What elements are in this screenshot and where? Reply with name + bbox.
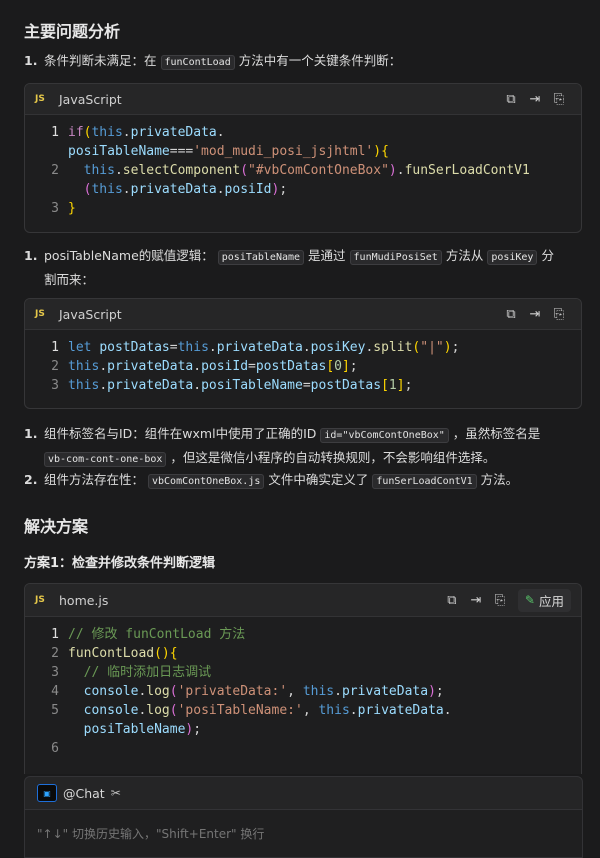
copy-icon[interactable]: ⧉ (499, 307, 523, 322)
code-filename: home.js (59, 592, 109, 608)
chat-input-panel: ▣ @Chat ✂ (24, 776, 583, 858)
list-item: 2. 组件方法存在性： vbComContOneBox.js 文件中确实定义了 f… (24, 472, 519, 489)
tools-icon[interactable]: ✂ (111, 786, 121, 800)
section-title-analysis: 主要问题分析 (24, 22, 121, 41)
inline-code: id="vbComContOneBox" (320, 428, 449, 443)
inline-code: posiTableName (217, 250, 305, 265)
chat-input-toolbar: ▣ @Chat ✂ (25, 777, 582, 810)
inline-code: vb-com-cont-one-box (44, 452, 167, 467)
apply-file-icon[interactable]: ⎘ (547, 92, 571, 107)
javascript-icon: JS (35, 309, 45, 319)
copy-icon[interactable]: ⧉ (499, 92, 523, 107)
copy-icon[interactable]: ⧉ (440, 593, 464, 608)
apply-icon: ✎ (524, 593, 535, 607)
insert-icon[interactable]: ⇥ (523, 307, 547, 322)
subsection-title: 方案1：检查并修改条件判断逻辑 (24, 556, 216, 571)
code-language: JavaScript (59, 91, 122, 107)
insert-icon[interactable]: ⇥ (523, 92, 547, 107)
code-content: 1// 修改 funContLoad 方法 2 funContLoad(){ 3 … (51, 627, 452, 756)
inline-code: funContLoad (160, 55, 235, 70)
code-block-header: JS JavaScript ⧉ ⇥ ⎘ (25, 299, 581, 330)
code-block: JS home.js ⧉ ⇥ ⎘ ✎ 应用 1// 修改 funContLoad … (24, 583, 582, 774)
code-content: 1 let postDatas=this.privateData.posiKey.… (51, 340, 460, 393)
apply-file-icon[interactable]: ⎘ (488, 593, 512, 608)
inline-code: vbComContOneBox.js (148, 474, 265, 489)
chat-input[interactable] (25, 810, 582, 857)
code-block: JS JavaScript ⧉ ⇥ ⎘ 1 let postDatas=this.… (24, 298, 582, 409)
inline-code: posiKey (487, 250, 538, 265)
list-item: 1. 组件标签名与ID：组件在wxml中使用了正确的ID id="vbComCon… (24, 426, 541, 467)
list-item: 1. posiTableName的赋值逻辑： posiTableName 是通过 … (24, 248, 554, 287)
apply-button[interactable]: ✎ 应用 (517, 588, 571, 612)
javascript-icon: JS (35, 94, 45, 104)
code-content: 1 if(this.privateData. posiTableName==='m… (51, 125, 530, 216)
code-block-header: JS home.js ⧉ ⇥ ⎘ ✎ 应用 (25, 584, 581, 617)
code-block: JS JavaScript ⧉ ⇥ ⎘ 1 if(this.privateData… (24, 83, 582, 233)
inline-code: funMudiPosiSet (349, 250, 442, 265)
code-language: JavaScript (59, 306, 122, 322)
section-title-solution: 解决方案 (24, 517, 89, 536)
list-item: 1. 条件判断未满足：在 funContLoad 方法中有一个关键条件判断： (24, 53, 402, 70)
chat-mention[interactable]: @Chat (63, 786, 105, 801)
insert-icon[interactable]: ⇥ (464, 593, 488, 608)
javascript-icon: JS (35, 595, 45, 605)
assistant-logo-icon: ▣ (37, 784, 57, 802)
code-block-header: JS JavaScript ⧉ ⇥ ⎘ (25, 84, 581, 115)
inline-code: funSerLoadContV1 (372, 474, 477, 489)
apply-file-icon[interactable]: ⎘ (547, 307, 571, 322)
